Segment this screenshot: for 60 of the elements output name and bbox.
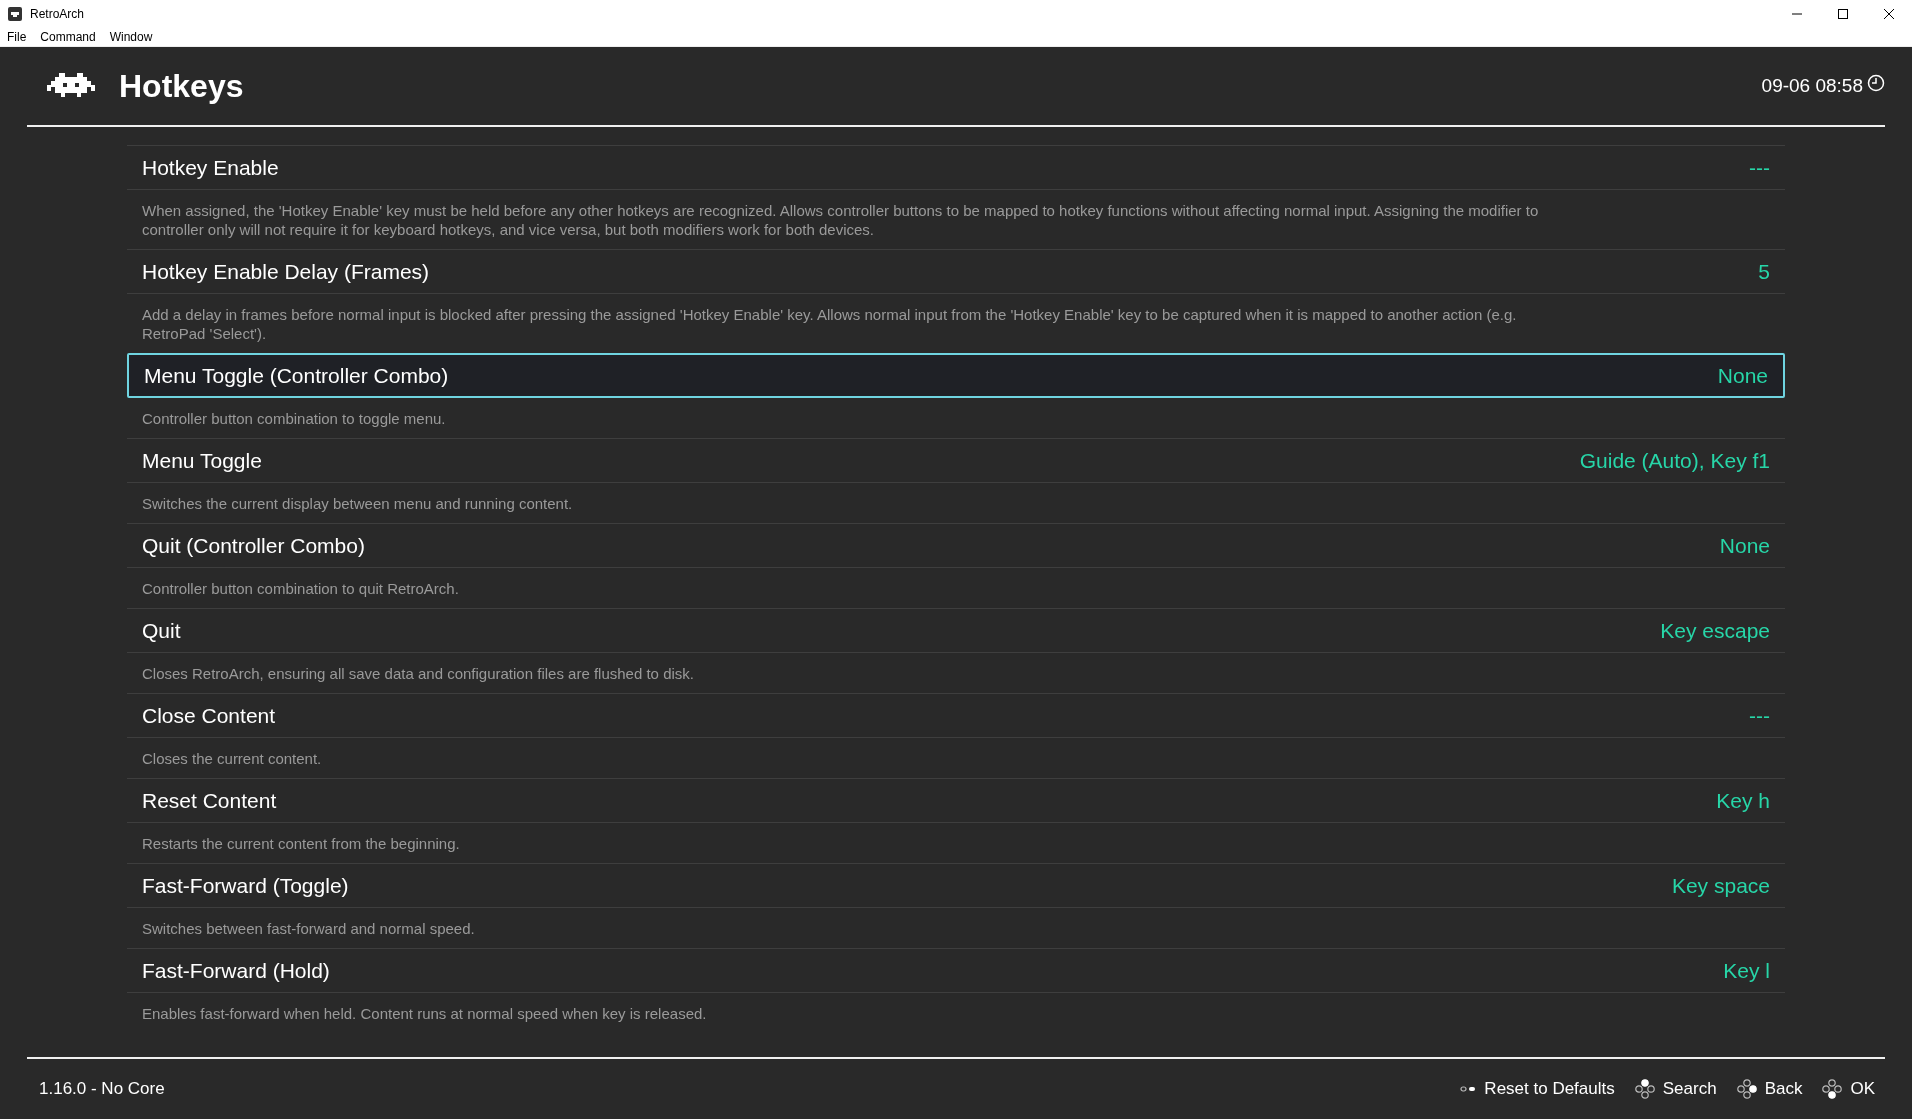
setting-row[interactable]: Fast-Forward (Toggle) Key space xyxy=(127,863,1785,908)
setting-label: Close Content xyxy=(142,702,276,729)
setting-value: Key escape xyxy=(1660,617,1770,644)
setting-description: Closes the current content. xyxy=(142,749,323,768)
clock-icon xyxy=(1867,74,1885,92)
close-icon xyxy=(1884,9,1894,19)
setting-value: --- xyxy=(1749,154,1770,181)
setting-description: Restarts the current content from the beginning. xyxy=(142,834,461,853)
setting-label: Menu Toggle (Controller Combo) xyxy=(144,362,449,389)
clock-text: 09-06 08:58 xyxy=(1761,73,1863,98)
setting-description: Controller button combination to toggle menu. xyxy=(142,409,447,428)
menu-item[interactable]: Window xyxy=(102,28,160,46)
face-buttons-icon xyxy=(1736,1079,1757,1099)
setting-label: Hotkey Enable xyxy=(142,154,279,181)
setting-value: Key l xyxy=(1723,957,1770,984)
setting-label: Quit (Controller Combo) xyxy=(142,532,365,559)
setting-value: Guide (Auto), Key f1 xyxy=(1579,447,1770,474)
setting-description: Switches between fast-forward and normal speed. xyxy=(142,919,476,938)
footer-action[interactable]: Search xyxy=(1662,1076,1717,1102)
setting-description: Add a delay in frames before normal input is blocked after pressing the assigned 'Hotkey Enable' key. Allows normal input from the 'Hotkey Enable' key to be captured when it is mapped to another action (e.g. RetroPad 'Select'). xyxy=(142,305,1518,343)
setting-value: None xyxy=(1719,532,1770,559)
setting-label: Menu Toggle xyxy=(142,447,262,474)
setting-row[interactable]: Quit (Controller Combo) None xyxy=(127,523,1785,568)
setting-label: Hotkey Enable Delay (Frames) xyxy=(142,258,430,285)
maximize-icon xyxy=(1838,9,1848,19)
page-title: Hotkeys xyxy=(119,67,244,106)
setting-value: Key h xyxy=(1716,787,1770,814)
footer-action[interactable]: Back xyxy=(1764,1076,1803,1102)
setting-row[interactable]: Menu Toggle Guide (Auto), Key f1 xyxy=(127,438,1785,483)
setting-row[interactable]: Quit Key escape xyxy=(127,608,1785,653)
setting-value: 5 xyxy=(1758,258,1770,285)
setting-label: Quit xyxy=(142,617,181,644)
setting-description: Enables fast-forward when held. Content runs at normal speed when key is released. xyxy=(142,1004,708,1023)
setting-value: --- xyxy=(1749,702,1770,729)
setting-description: Switches the current display between menu and running content. xyxy=(142,494,574,513)
face-buttons-icon xyxy=(1822,1079,1843,1099)
setting-value: None xyxy=(1717,362,1768,389)
app-icon xyxy=(8,7,22,21)
menu-item[interactable]: File xyxy=(0,28,34,46)
setting-description: Closes RetroArch, ensuring all save data and configuration files are flushed to disk. xyxy=(142,664,695,683)
setting-description: Controller button combination to quit RetroArch. xyxy=(142,579,460,598)
setting-label: Fast-Forward (Hold) xyxy=(142,957,330,984)
footer-action[interactable]: OK xyxy=(1850,1076,1875,1102)
setting-row[interactable]: Reset Content Key h xyxy=(127,778,1785,823)
invader-logo-icon xyxy=(47,73,95,99)
version-text: 1.16.0 - No Core xyxy=(39,1078,165,1101)
setting-row[interactable]: Fast-Forward (Hold) Key l xyxy=(127,948,1785,993)
select-button-icon xyxy=(1460,1085,1477,1093)
setting-value: Key space xyxy=(1671,872,1770,899)
setting-description: When assigned, the 'Hotkey Enable' key must be held before any other hotkeys are recognized. Allows controller buttons to be mapped to hotkey functions without affecting normal input. Assigning the modifier to controller only will not require it for keyboard hotkeys, and vice versa, but both modifiers work for both devices. xyxy=(142,201,1540,239)
setting-label: Fast-Forward (Toggle) xyxy=(142,872,349,899)
face-buttons-icon xyxy=(1634,1079,1655,1099)
setting-label: Reset Content xyxy=(142,787,277,814)
setting-row[interactable]: Menu Toggle (Controller Combo) None xyxy=(127,353,1785,398)
setting-row[interactable]: Hotkey Enable --- xyxy=(127,145,1785,190)
setting-row[interactable]: Close Content --- xyxy=(127,693,1785,738)
menu-item[interactable]: Command xyxy=(33,28,103,46)
footer-action[interactable]: Reset to Defaults xyxy=(1484,1076,1615,1102)
window-title: RetroArch xyxy=(30,6,85,23)
setting-row[interactable]: Hotkey Enable Delay (Frames) 5 xyxy=(127,249,1785,294)
